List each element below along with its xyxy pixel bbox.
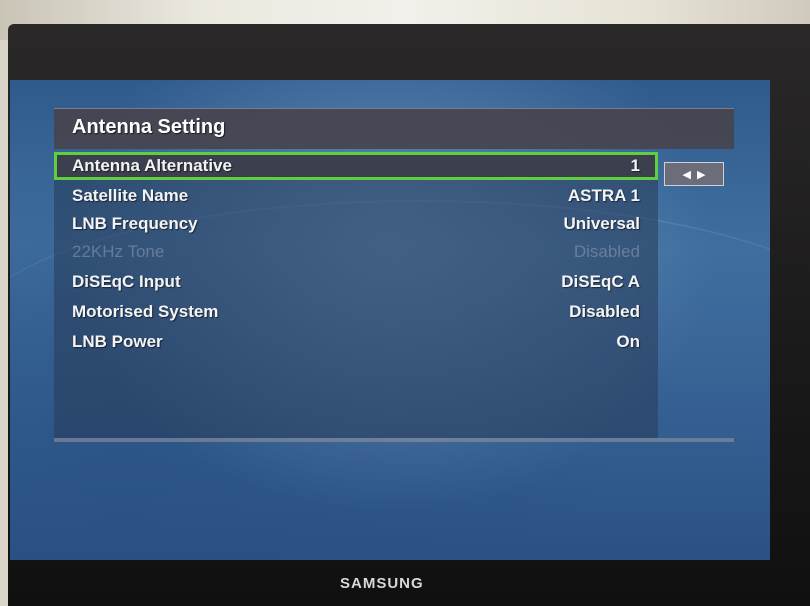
setting-label: Antenna Alternative: [72, 156, 232, 175]
setting-label: Satellite Name: [72, 186, 189, 205]
setting-value: On: [616, 332, 640, 351]
setting-row-motorised-system[interactable]: Motorised System Disabled: [54, 298, 658, 326]
setting-label: LNB Power: [72, 332, 163, 351]
settings-list: Antenna Alternative 1 Satellite Name AST…: [54, 152, 658, 438]
setting-value: Disabled: [573, 242, 640, 261]
setting-row-lnb-power[interactable]: LNB Power On: [54, 328, 658, 356]
setting-label: 22KHz Tone: [72, 242, 165, 261]
setting-row-diseqc-input[interactable]: DiSEqC Input DiSEqC A: [54, 268, 658, 296]
arrow-right-icon[interactable]: ▶: [697, 168, 705, 181]
antenna-setting-panel: Antenna Setting Antenna Alternative 1 Sa…: [54, 108, 734, 442]
panel-title-bar: Antenna Setting: [54, 108, 734, 149]
setting-label: DiSEqC Input: [72, 272, 181, 291]
setting-row-lnb-frequency[interactable]: LNB Frequency Universal: [54, 210, 658, 238]
panel-bottom-divider: [54, 438, 734, 442]
setting-value: Universal: [563, 214, 640, 233]
value-arrows[interactable]: ◀ ▶: [664, 162, 724, 186]
setting-label: LNB Frequency: [72, 214, 198, 233]
setting-value: ASTRA 1: [567, 186, 640, 205]
setting-label: Motorised System: [72, 302, 219, 321]
setting-value: Disabled: [569, 302, 640, 321]
panel-title: Antenna Setting: [72, 116, 226, 138]
setting-row-satellite-name[interactable]: Satellite Name ASTRA 1: [54, 182, 658, 210]
setting-value: 1: [630, 156, 640, 175]
tv-screen: Antenna Setting Antenna Alternative 1 Sa…: [10, 80, 770, 560]
setting-value: DiSEqC A: [561, 272, 640, 291]
arrow-left-icon[interactable]: ◀: [683, 168, 691, 181]
monitor-brand-logo: SAMSUNG: [340, 575, 424, 592]
setting-row-22khz-tone: 22KHz Tone Disabled: [54, 238, 658, 266]
setting-row-antenna-alternative[interactable]: Antenna Alternative 1: [54, 152, 658, 180]
